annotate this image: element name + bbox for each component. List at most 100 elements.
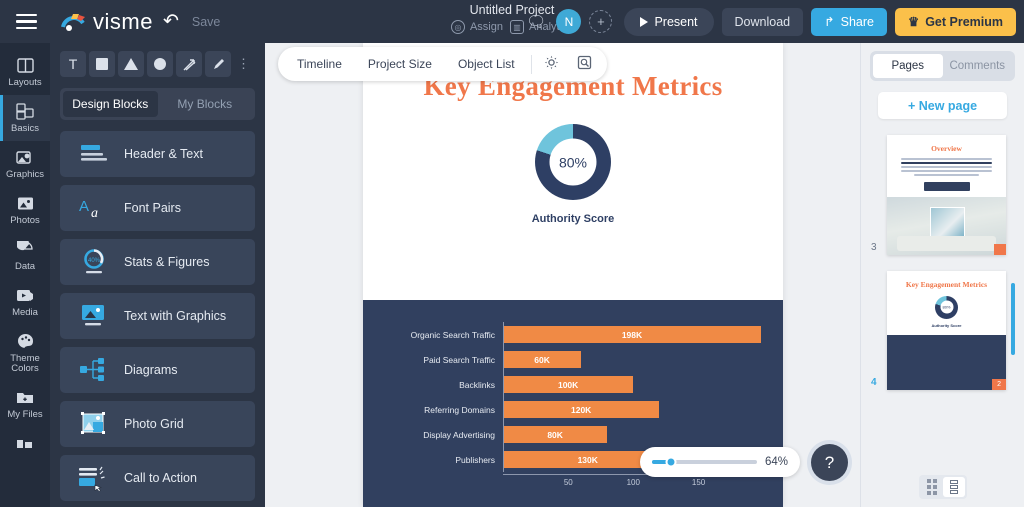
sidebar-label: Layouts	[8, 77, 42, 88]
sidebar-item-theme-colors[interactable]: Theme Colors	[0, 325, 50, 382]
pen-tool[interactable]	[205, 51, 231, 77]
svg-text:a: a	[91, 206, 98, 220]
line-tool[interactable]	[176, 51, 202, 77]
header-actions: 🗨 N + Present Download ↱ Share ♛ Get Pre…	[524, 0, 1016, 43]
page-thumbnail-4[interactable]: Key Engagement Metrics 80% Authority Sco…	[871, 270, 1015, 390]
zoom-search-icon[interactable]	[568, 55, 601, 73]
assign-button[interactable]: ◎ Assign	[450, 20, 503, 34]
thumbnail-title: Key Engagement Metrics	[905, 279, 988, 289]
block-stats-and-figures[interactable]: 40% Stats & Figures	[60, 239, 255, 285]
share-arrow-icon: ↱	[824, 15, 835, 29]
zoom-slider[interactable]	[652, 456, 757, 468]
bar-track: 120K	[503, 397, 761, 422]
thumbnail-badge: 2	[992, 378, 1006, 390]
table-row: Paid Search Traffic 60K	[385, 347, 761, 372]
thumbnail-title: Overview	[931, 144, 962, 153]
block-label: Header & Text	[124, 147, 203, 161]
graphics-icon	[16, 148, 34, 167]
download-button[interactable]: Download	[721, 7, 804, 36]
layouts-icon	[16, 56, 34, 75]
block-text-with-graphics[interactable]: Text with Graphics	[60, 293, 255, 339]
shape-tools-row: T ⋮	[60, 51, 255, 77]
page-thumbnail-3[interactable]: Overview 3	[871, 135, 1006, 255]
block-label: Font Pairs	[124, 201, 181, 215]
pages-panel: Pages Comments + New page Overview 3 Key…	[860, 43, 1024, 507]
bar-category-label: Organic Search Traffic	[410, 329, 495, 340]
sidebar-item-media[interactable]: Media	[0, 279, 50, 325]
project-size-button[interactable]: Project Size	[355, 57, 445, 71]
text-line	[913, 173, 980, 176]
bar-category-label: Publishers	[455, 454, 495, 465]
block-header-and-text[interactable]: Header & Text	[60, 131, 255, 177]
analytics-icon: ▥	[510, 20, 524, 34]
present-label: Present	[654, 14, 698, 29]
tab-my-blocks[interactable]: My Blocks	[158, 91, 253, 117]
square-tool[interactable]	[89, 51, 115, 77]
sidebar-item-my-files[interactable]: My Files	[0, 381, 50, 427]
list-view-button[interactable]	[942, 477, 965, 497]
help-button[interactable]: ?	[811, 444, 848, 481]
axis-tick: 150	[691, 478, 706, 487]
sidebar-item-photos[interactable]: Photos	[0, 187, 50, 233]
zoom-percent-label: 64%	[764, 456, 788, 468]
avatar[interactable]: N	[556, 9, 582, 34]
more-blocks-icon	[16, 434, 34, 453]
block-font-pairs[interactable]: Aa Font Pairs	[60, 185, 255, 231]
sidebar-item-graphics[interactable]: Graphics	[0, 141, 50, 187]
sidebar-item-layouts[interactable]: Layouts	[0, 49, 50, 95]
thumbnail-photo	[887, 196, 1006, 255]
tab-design-blocks[interactable]: Design Blocks	[63, 91, 158, 117]
share-button[interactable]: ↱ Share	[811, 7, 887, 36]
block-call-to-action[interactable]: Call to Action	[60, 455, 255, 501]
gear-icon[interactable]	[535, 55, 568, 73]
circle-tool[interactable]	[147, 51, 173, 77]
text-tool[interactable]: T	[60, 51, 86, 77]
save-button[interactable]: Save	[192, 15, 221, 29]
block-label: Call to Action	[124, 471, 197, 485]
block-diagrams[interactable]: Diagrams	[60, 347, 255, 393]
grid-view-button[interactable]	[921, 477, 943, 497]
table-row: Organic Search Traffic 198K	[385, 322, 761, 347]
thumbnail-donut-caption: Authority Score	[931, 322, 962, 328]
svg-text:A: A	[79, 198, 89, 215]
bar-track: 80K	[503, 422, 761, 447]
font-pairs-icon: Aa	[78, 196, 110, 220]
slide-canvas[interactable]: Key Engagement Metrics 80% Authority Sco…	[363, 43, 783, 507]
stats-figures-icon: 40%	[78, 248, 110, 276]
sidebar-item-basics[interactable]: Basics	[0, 94, 50, 141]
object-list-button[interactable]: Object List	[445, 57, 528, 71]
undo-icon[interactable]: ↶	[163, 10, 179, 33]
bar-category-label: Paid Search Traffic	[423, 354, 495, 365]
tab-pages[interactable]: Pages	[873, 54, 943, 78]
canvas-toolbar: Timeline Project Size Object List	[278, 47, 607, 81]
brand-logo[interactable]: visme	[60, 9, 153, 35]
timeline-button[interactable]: Timeline	[284, 57, 355, 71]
premium-label: Get Premium	[925, 14, 1003, 29]
sidebar-label: Graphics	[5, 168, 44, 180]
photo-grid-icon	[78, 411, 110, 437]
bar-track: 100K	[503, 372, 761, 397]
donut-chart-group[interactable]: 80% Authority Score	[363, 124, 783, 225]
sidebar-item-more[interactable]	[0, 427, 50, 459]
hamburger-menu-icon[interactable]	[0, 0, 52, 43]
block-label: Stats & Figures	[124, 255, 210, 269]
tab-comments[interactable]: Comments	[943, 54, 1013, 78]
sidebar-item-data[interactable]: Data	[0, 233, 50, 279]
block-photo-grid[interactable]: Photo Grid	[60, 401, 255, 447]
thumbnail-text-lines	[887, 153, 1006, 176]
new-page-button[interactable]: + New page	[878, 92, 1007, 119]
get-premium-button[interactable]: ♛ Get Premium	[894, 7, 1016, 36]
donut-value-label: 80%	[549, 138, 597, 186]
comment-icon[interactable]: 🗨	[524, 12, 548, 32]
sidebar-label: Data	[14, 260, 36, 272]
more-tools-icon[interactable]: ⋮	[234, 56, 250, 72]
zoom-slider-knob[interactable]	[665, 456, 677, 468]
triangle-tool[interactable]	[118, 51, 144, 77]
photos-icon	[17, 194, 34, 213]
thumbnail-number: 4	[871, 376, 877, 388]
line-arrow-icon	[183, 58, 195, 71]
present-button[interactable]: Present	[624, 7, 714, 36]
add-person-icon[interactable]: +	[589, 10, 613, 33]
zoom-control[interactable]: 64%	[640, 447, 800, 477]
assign-label: Assign	[469, 21, 503, 33]
